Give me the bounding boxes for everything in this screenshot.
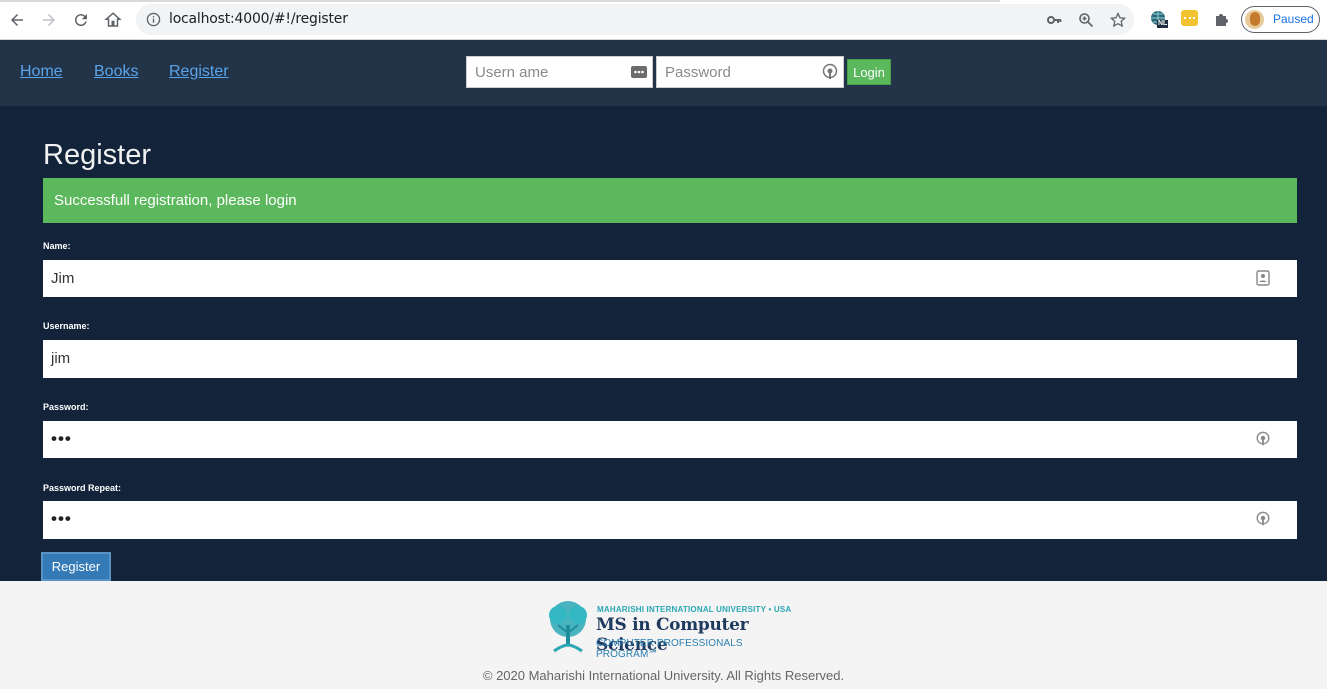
reload-icon[interactable] — [69, 8, 93, 32]
zoom-icon[interactable] — [1078, 12, 1094, 28]
username-label: Username: — [43, 321, 90, 331]
name-field[interactable]: Jim — [43, 260, 1297, 297]
logo-sub-text: COMPUTER PROFESSIONALS PROGRAM℠ — [596, 638, 743, 660]
nav-link-register[interactable]: Register — [169, 63, 229, 81]
contact-card-icon[interactable] — [1255, 270, 1271, 286]
avatar — [1245, 10, 1264, 29]
password-input[interactable]: Password — [656, 56, 844, 88]
login-button[interactable]: Login — [847, 59, 891, 85]
password-placeholder: Password — [665, 64, 731, 81]
success-alert: Successfull registration, please login — [43, 178, 1297, 223]
username-value: jim — [51, 350, 71, 367]
key-icon[interactable] — [1046, 12, 1062, 28]
app-header: Home Books Register Usern ame Password L… — [0, 40, 1327, 106]
name-value: Jim — [51, 270, 75, 287]
name-label: Name: — [43, 241, 71, 251]
password-repeat-field[interactable]: ••• — [43, 501, 1297, 539]
key-fill-icon[interactable] — [1255, 511, 1271, 527]
logo-top-text: MAHARISHI INTERNATIONAL UNIVERSITY • USA — [597, 605, 792, 614]
loading-bar — [0, 0, 1000, 2]
username-field[interactable]: jim — [43, 340, 1297, 378]
nav-link-home[interactable]: Home — [20, 63, 63, 81]
key-fill-icon[interactable] — [1255, 431, 1271, 447]
key-fill-icon[interactable] — [821, 63, 839, 81]
password-value: ••• — [51, 429, 72, 448]
puzzle-extensions-icon[interactable] — [1213, 10, 1231, 28]
tree-logo-icon — [549, 601, 587, 653]
address-bar[interactable]: localhost:4000/#!/register — [136, 4, 1134, 35]
password-repeat-value: ••• — [51, 509, 72, 528]
university-logo: MAHARISHI INTERNATIONAL UNIVERSITY • USA… — [540, 599, 800, 660]
globe-extension-icon[interactable]: NL — [1150, 10, 1168, 28]
info-icon[interactable] — [146, 12, 161, 27]
extension-badge: NL — [1158, 20, 1168, 27]
password-label: Password: — [43, 402, 89, 412]
home-icon[interactable] — [101, 8, 125, 32]
register-button[interactable]: Register — [41, 552, 111, 581]
username-placeholder: Usern ame — [475, 64, 549, 81]
bookmark-star-icon[interactable] — [1110, 12, 1126, 28]
url-text: localhost:4000/#!/register — [169, 11, 348, 27]
page-title: Register — [43, 139, 151, 171]
forward-icon[interactable] — [37, 8, 61, 32]
password-manager-icon[interactable] — [630, 63, 648, 81]
password-repeat-label: Password Repeat: — [43, 483, 122, 493]
profile-button[interactable]: Paused — [1241, 6, 1320, 33]
main-content: Register Successfull registration, pleas… — [0, 106, 1327, 581]
profile-status: Paused — [1273, 12, 1314, 26]
username-input[interactable]: Usern ame — [466, 56, 653, 88]
back-icon[interactable] — [5, 8, 29, 32]
nav-link-books[interactable]: Books — [94, 63, 138, 81]
footer: MAHARISHI INTERNATIONAL UNIVERSITY • USA… — [0, 581, 1327, 689]
browser-toolbar: localhost:4000/#!/register NL Paused — [0, 0, 1327, 40]
password-field[interactable]: ••• — [43, 421, 1297, 458]
notes-extension-icon[interactable] — [1181, 10, 1198, 26]
copyright: © 2020 Maharishi International Universit… — [482, 668, 845, 683]
alert-message: Successfull registration, please login — [54, 192, 297, 209]
